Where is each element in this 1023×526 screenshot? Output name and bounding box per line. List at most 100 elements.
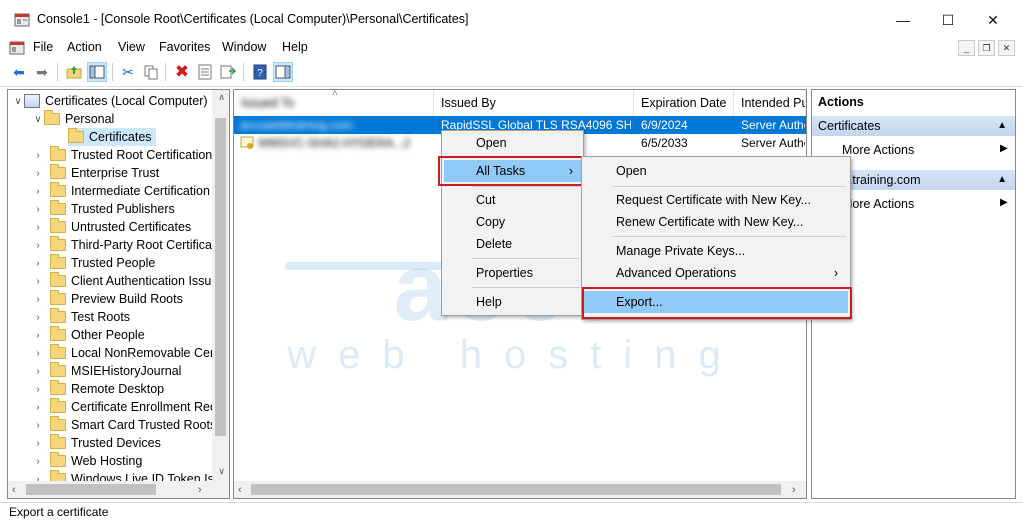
expand-chevron-icon[interactable]: › — [32, 402, 44, 413]
expand-chevron-icon[interactable]: › — [32, 294, 44, 305]
menu-help[interactable]: Help — [282, 40, 308, 54]
submenu-advanced-operations[interactable]: Advanced Operations › — [584, 262, 848, 284]
tree-item-label: Preview Build Roots — [71, 292, 183, 306]
tree-item-label: Other People — [71, 328, 145, 342]
maximize-button[interactable]: ☐ — [925, 0, 971, 40]
scroll-left-arrow-icon[interactable]: ‹ — [238, 484, 242, 496]
tree-item-certificates[interactable]: Certificates — [68, 128, 156, 146]
child-restore-button[interactable]: ❐ — [978, 40, 995, 56]
tree-item-trusted-publishers[interactable]: › Trusted Publishers — [32, 200, 175, 218]
export-list-button[interactable] — [218, 62, 238, 82]
tree-item-intermediate[interactable]: › Intermediate Certification Authorities — [32, 182, 229, 200]
context-menu-open[interactable]: Open — [444, 132, 581, 154]
scroll-right-arrow-icon[interactable]: › — [792, 484, 796, 496]
expand-chevron-icon[interactable]: › — [32, 222, 44, 233]
back-button[interactable]: ⬅ — [9, 62, 29, 82]
tree-item-preview-build-roots[interactable]: › Preview Build Roots — [32, 290, 183, 308]
expand-chevron-icon[interactable]: › — [32, 420, 44, 431]
expand-chevron-icon[interactable]: › — [32, 438, 44, 449]
column-header-expiration-date[interactable]: Expiration Date — [634, 90, 734, 116]
expand-chevron-icon[interactable]: › — [32, 384, 44, 395]
expand-chevron-icon[interactable]: › — [32, 276, 44, 287]
console-tree-pane[interactable]: ∨ Certificates (Local Computer) ∨ Person… — [7, 89, 230, 499]
scroll-right-arrow-icon[interactable]: › — [198, 484, 202, 496]
tree-item-label: Smart Card Trusted Roots — [71, 418, 217, 432]
collapse-triangle-icon[interactable]: ▲ — [997, 116, 1007, 136]
tree-item-remote-desktop[interactable]: › Remote Desktop — [32, 380, 164, 398]
show-hide-action-pane-button[interactable] — [273, 62, 293, 82]
list-horizontal-scroll-thumb[interactable] — [251, 484, 781, 495]
more-actions-item[interactable]: More Actions — [842, 197, 914, 211]
submenu-request-cert-new-key[interactable]: Request Certificate with New Key... — [584, 189, 848, 211]
console-menu-icon[interactable] — [9, 40, 25, 56]
up-one-level-button[interactable] — [64, 62, 84, 82]
tree-item-certificates-local-computer[interactable]: ∨ Certificates (Local Computer) — [12, 92, 208, 110]
expand-chevron-icon[interactable]: › — [32, 366, 44, 377]
collapse-chevron-icon[interactable]: ∨ — [12, 96, 24, 107]
more-actions-item[interactable]: More Actions — [842, 143, 914, 157]
expand-chevron-icon[interactable]: › — [32, 240, 44, 251]
column-header-intended-purposes[interactable]: Intended Purposes — [734, 90, 806, 116]
help-button[interactable]: ? — [250, 62, 270, 82]
tree-item-msiehistoryjournal[interactable]: › MSIEHistoryJournal — [32, 362, 181, 380]
scroll-down-arrow-icon[interactable]: ∨ — [218, 466, 225, 477]
tree-item-smart-card-trusted-roots[interactable]: › Smart Card Trusted Roots — [32, 416, 216, 434]
expand-chevron-icon[interactable]: › — [32, 204, 44, 215]
tree-item-web-hosting[interactable]: › Web Hosting — [32, 452, 142, 470]
menu-favorites[interactable]: Favorites — [159, 40, 210, 54]
menu-window[interactable]: Window — [222, 40, 266, 54]
tree-item-other-people[interactable]: › Other People — [32, 326, 145, 344]
delete-button[interactable]: ✖ — [172, 62, 192, 82]
menu-view[interactable]: View — [118, 40, 145, 54]
actions-section-certificates[interactable]: Certificates ▲ — [812, 116, 1015, 136]
toolbar-separator — [112, 63, 113, 81]
menu-file[interactable]: File — [33, 40, 53, 54]
tree-horizontal-scroll-thumb[interactable] — [26, 484, 156, 495]
tree-item-third-party-root[interactable]: › Third-Party Root Certification Authorit… — [32, 236, 229, 254]
tree-item-local-nonremovable[interactable]: › Local NonRemovable Certificates — [32, 344, 229, 362]
expand-chevron-icon[interactable]: › — [32, 168, 44, 179]
context-menu-help[interactable]: Help — [444, 291, 581, 313]
cut-button[interactable]: ✂ — [118, 62, 138, 82]
context-menu-cut[interactable]: Cut — [444, 189, 581, 211]
tree-item-trusted-devices[interactable]: › Trusted Devices — [32, 434, 161, 452]
submenu-manage-private-keys[interactable]: Manage Private Keys... — [584, 240, 848, 262]
expand-chevron-icon[interactable]: › — [32, 312, 44, 323]
tree-item-trusted-people[interactable]: › Trusted People — [32, 254, 155, 272]
expand-chevron-icon[interactable]: › — [32, 330, 44, 341]
copy-button[interactable] — [141, 62, 161, 82]
tree-item-personal[interactable]: ∨ Personal — [32, 110, 114, 128]
submenu-open[interactable]: Open — [584, 160, 848, 182]
child-minimize-button[interactable]: _ — [958, 40, 975, 56]
show-hide-console-tree-button[interactable] — [87, 62, 107, 82]
context-menu-properties[interactable]: Properties — [444, 262, 581, 284]
collapse-triangle-icon[interactable]: ▲ — [997, 170, 1007, 190]
collapse-chevron-icon[interactable]: ∨ — [32, 114, 44, 125]
close-button[interactable]: ✕ — [970, 0, 1016, 40]
context-menu-delete[interactable]: Delete — [444, 233, 581, 255]
menu-action[interactable]: Action — [67, 40, 102, 54]
minimize-button[interactable]: — — [880, 0, 926, 40]
forward-button[interactable]: ➡ — [32, 62, 52, 82]
tree-item-test-roots[interactable]: › Test Roots — [32, 308, 130, 326]
context-menu-copy[interactable]: Copy — [444, 211, 581, 233]
tree-item-client-auth-issuers[interactable]: › Client Authentication Issuers — [32, 272, 229, 290]
expand-chevron-icon[interactable]: › — [32, 456, 44, 467]
tree-item-cert-enrollment-requests[interactable]: › Certificate Enrollment Requests — [32, 398, 229, 416]
child-close-icon: ✕ — [1002, 42, 1011, 53]
child-close-button[interactable]: ✕ — [998, 40, 1015, 56]
expand-chevron-icon[interactable]: › — [32, 150, 44, 161]
tree-vertical-scroll-thumb[interactable] — [215, 118, 226, 436]
tree-item-trusted-root[interactable]: › Trusted Root Certification Authorities — [32, 146, 229, 164]
tree-item-enterprise-trust[interactable]: › Enterprise Trust — [32, 164, 159, 182]
submenu-renew-cert-new-key[interactable]: Renew Certificate with New Key... — [584, 211, 848, 233]
scroll-left-arrow-icon[interactable]: ‹ — [12, 484, 16, 496]
expand-chevron-icon[interactable]: › — [32, 348, 44, 359]
expand-chevron-icon[interactable]: › — [32, 186, 44, 197]
tree-item-untrusted[interactable]: › Untrusted Certificates — [32, 218, 191, 236]
expand-chevron-icon[interactable]: › — [32, 258, 44, 269]
mmc-app-icon[interactable] — [14, 12, 30, 28]
scroll-up-arrow-icon[interactable]: ∧ — [218, 92, 225, 103]
properties-button[interactable] — [195, 62, 215, 82]
column-header-issued-by[interactable]: Issued By — [434, 90, 634, 116]
